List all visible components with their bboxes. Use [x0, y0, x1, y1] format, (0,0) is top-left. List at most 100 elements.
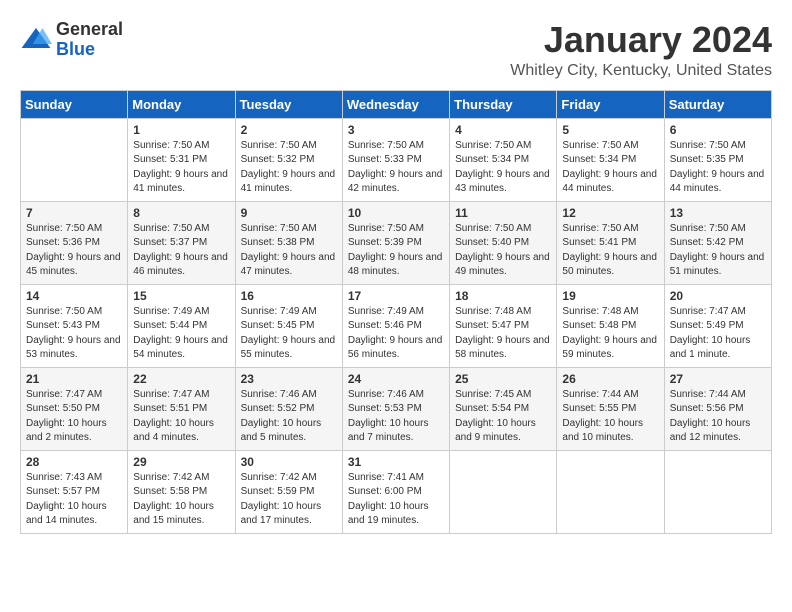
day-info: Sunrise: 7:50 AMSunset: 5:32 PMDaylight:…	[241, 139, 337, 197]
calendar-cell: 12 Sunrise: 7:50 AMSunset: 5:41 PMDayligh…	[557, 201, 664, 284]
day-info: Sunrise: 7:44 AMSunset: 5:56 PMDaylight:…	[670, 388, 766, 446]
calendar-cell	[450, 450, 557, 533]
calendar-cell	[664, 450, 771, 533]
day-number: 6	[670, 123, 766, 137]
day-info: Sunrise: 7:47 AMSunset: 5:51 PMDaylight:…	[133, 388, 229, 446]
calendar-cell: 14Sunrise: 7:50 AMSunset: 5:43 PMDayligh…	[21, 284, 128, 367]
day-number: 22	[133, 372, 229, 386]
day-info: Sunrise: 7:42 AMSunset: 5:59 PMDaylight:…	[241, 471, 337, 529]
title-area: January 2024 Whitley City, Kentucky, Uni…	[510, 20, 772, 80]
calendar-cell: 17Sunrise: 7:49 AMSunset: 5:46 PMDayligh…	[342, 284, 449, 367]
day-info: Sunrise: 7:46 AMSunset: 5:53 PMDaylight:…	[348, 388, 444, 446]
calendar-cell: 20 Sunrise: 7:47 AMSunset: 5:49 PMDayligh…	[664, 284, 771, 367]
day-info: Sunrise: 7:41 AMSunset: 6:00 PMDaylight:…	[348, 471, 444, 529]
day-number: 13	[670, 206, 766, 220]
day-info: Sunrise: 7:50 AMSunset: 5:39 PMDaylight:…	[348, 222, 444, 280]
calendar-cell: 26 Sunrise: 7:44 AMSunset: 5:55 PMDayligh…	[557, 367, 664, 450]
calendar-cell	[557, 450, 664, 533]
day-info: Sunrise: 7:48 AMSunset: 5:47 PMDaylight:…	[455, 305, 551, 363]
day-info: Sunrise: 7:50 AMSunset: 5:34 PMDaylight:…	[455, 139, 551, 197]
day-info: Sunrise: 7:49 AMSunset: 5:46 PMDaylight:…	[348, 305, 444, 363]
calendar-title: January 2024	[510, 20, 772, 60]
day-info: Sunrise: 7:50 AMSunset: 5:34 PMDaylight:…	[562, 139, 658, 197]
day-number: 27	[670, 372, 766, 386]
day-number: 26	[562, 372, 658, 386]
day-number: 12	[562, 206, 658, 220]
calendar-cell: 16 Sunrise: 7:49 AMSunset: 5:45 PMDayligh…	[235, 284, 342, 367]
day-number: 2	[241, 123, 337, 137]
day-number: 14	[26, 289, 122, 303]
weekday-header-row: SundayMondayTuesdayWednesdayThursdayFrid…	[21, 90, 772, 118]
day-info: Sunrise: 7:45 AMSunset: 5:54 PMDaylight:…	[455, 388, 551, 446]
day-number: 30	[241, 455, 337, 469]
day-number: 18	[455, 289, 551, 303]
calendar-table: SundayMondayTuesdayWednesdayThursdayFrid…	[20, 90, 772, 534]
calendar-week-row: 1 Sunrise: 7:50 AMSunset: 5:31 PMDaylight…	[21, 118, 772, 201]
day-info: Sunrise: 7:44 AMSunset: 5:55 PMDaylight:…	[562, 388, 658, 446]
weekday-header-monday: Monday	[128, 90, 235, 118]
day-number: 9	[241, 206, 337, 220]
calendar-cell: 24 Sunrise: 7:46 AMSunset: 5:53 PMDayligh…	[342, 367, 449, 450]
calendar-cell: 2 Sunrise: 7:50 AMSunset: 5:32 PMDaylight…	[235, 118, 342, 201]
day-info: Sunrise: 7:50 AMSunset: 5:41 PMDaylight:…	[562, 222, 658, 280]
calendar-cell: 28Sunrise: 7:43 AMSunset: 5:57 PMDayligh…	[21, 450, 128, 533]
day-info: Sunrise: 7:48 AMSunset: 5:48 PMDaylight:…	[562, 305, 658, 363]
calendar-subtitle: Whitley City, Kentucky, United States	[510, 62, 772, 80]
day-number: 10	[348, 206, 444, 220]
day-number: 23	[241, 372, 337, 386]
day-info: Sunrise: 7:49 AMSunset: 5:44 PMDaylight:…	[133, 305, 229, 363]
day-info: Sunrise: 7:47 AMSunset: 5:50 PMDaylight:…	[26, 388, 122, 446]
logo: General Blue	[20, 20, 123, 60]
calendar-cell: 8Sunrise: 7:50 AMSunset: 5:37 PMDaylight…	[128, 201, 235, 284]
day-number: 29	[133, 455, 229, 469]
day-number: 1	[133, 123, 229, 137]
calendar-cell: 27 Sunrise: 7:44 AMSunset: 5:56 PMDayligh…	[664, 367, 771, 450]
day-number: 24	[348, 372, 444, 386]
day-number: 4	[455, 123, 551, 137]
calendar-cell: 19 Sunrise: 7:48 AMSunset: 5:48 PMDayligh…	[557, 284, 664, 367]
calendar-cell: 15Sunrise: 7:49 AMSunset: 5:44 PMDayligh…	[128, 284, 235, 367]
calendar-cell: 30 Sunrise: 7:42 AMSunset: 5:59 PMDayligh…	[235, 450, 342, 533]
weekday-header-thursday: Thursday	[450, 90, 557, 118]
day-info: Sunrise: 7:50 AMSunset: 5:40 PMDaylight:…	[455, 222, 551, 280]
calendar-cell: 23Sunrise: 7:46 AMSunset: 5:52 PMDayligh…	[235, 367, 342, 450]
calendar-cell: 25 Sunrise: 7:45 AMSunset: 5:54 PMDayligh…	[450, 367, 557, 450]
day-number: 5	[562, 123, 658, 137]
day-number: 3	[348, 123, 444, 137]
day-number: 11	[455, 206, 551, 220]
calendar-week-row: 21 Sunrise: 7:47 AMSunset: 5:50 PMDayligh…	[21, 367, 772, 450]
day-number: 25	[455, 372, 551, 386]
calendar-cell: 7 Sunrise: 7:50 AMSunset: 5:36 PMDaylight…	[21, 201, 128, 284]
day-info: Sunrise: 7:49 AMSunset: 5:45 PMDaylight:…	[241, 305, 337, 363]
calendar-cell: 1 Sunrise: 7:50 AMSunset: 5:31 PMDaylight…	[128, 118, 235, 201]
day-number: 8	[133, 206, 229, 220]
calendar-cell: 5 Sunrise: 7:50 AMSunset: 5:34 PMDaylight…	[557, 118, 664, 201]
calendar-cell: 29 Sunrise: 7:42 AMSunset: 5:58 PMDayligh…	[128, 450, 235, 533]
day-info: Sunrise: 7:50 AMSunset: 5:35 PMDaylight:…	[670, 139, 766, 197]
day-number: 19	[562, 289, 658, 303]
calendar-cell: 22 Sunrise: 7:47 AMSunset: 5:51 PMDayligh…	[128, 367, 235, 450]
day-number: 20	[670, 289, 766, 303]
calendar-week-row: 28Sunrise: 7:43 AMSunset: 5:57 PMDayligh…	[21, 450, 772, 533]
day-number: 7	[26, 206, 122, 220]
logo-icon	[20, 24, 52, 56]
day-info: Sunrise: 7:50 AMSunset: 5:42 PMDaylight:…	[670, 222, 766, 280]
day-info: Sunrise: 7:47 AMSunset: 5:49 PMDaylight:…	[670, 305, 766, 363]
day-info: Sunrise: 7:50 AMSunset: 5:36 PMDaylight:…	[26, 222, 122, 280]
calendar-cell: 9Sunrise: 7:50 AMSunset: 5:38 PMDaylight…	[235, 201, 342, 284]
logo-blue-text: Blue	[56, 40, 123, 60]
calendar-week-row: 7 Sunrise: 7:50 AMSunset: 5:36 PMDaylight…	[21, 201, 772, 284]
day-info: Sunrise: 7:42 AMSunset: 5:58 PMDaylight:…	[133, 471, 229, 529]
calendar-cell: 18 Sunrise: 7:48 AMSunset: 5:47 PMDayligh…	[450, 284, 557, 367]
day-info: Sunrise: 7:50 AMSunset: 5:31 PMDaylight:…	[133, 139, 229, 197]
weekday-header-wednesday: Wednesday	[342, 90, 449, 118]
calendar-cell: 21 Sunrise: 7:47 AMSunset: 5:50 PMDayligh…	[21, 367, 128, 450]
calendar-cell: 3Sunrise: 7:50 AMSunset: 5:33 PMDaylight…	[342, 118, 449, 201]
header: General Blue January 2024 Whitley City, …	[20, 20, 772, 80]
calendar-cell	[21, 118, 128, 201]
day-number: 28	[26, 455, 122, 469]
day-number: 31	[348, 455, 444, 469]
day-number: 21	[26, 372, 122, 386]
day-number: 16	[241, 289, 337, 303]
calendar-week-row: 14Sunrise: 7:50 AMSunset: 5:43 PMDayligh…	[21, 284, 772, 367]
